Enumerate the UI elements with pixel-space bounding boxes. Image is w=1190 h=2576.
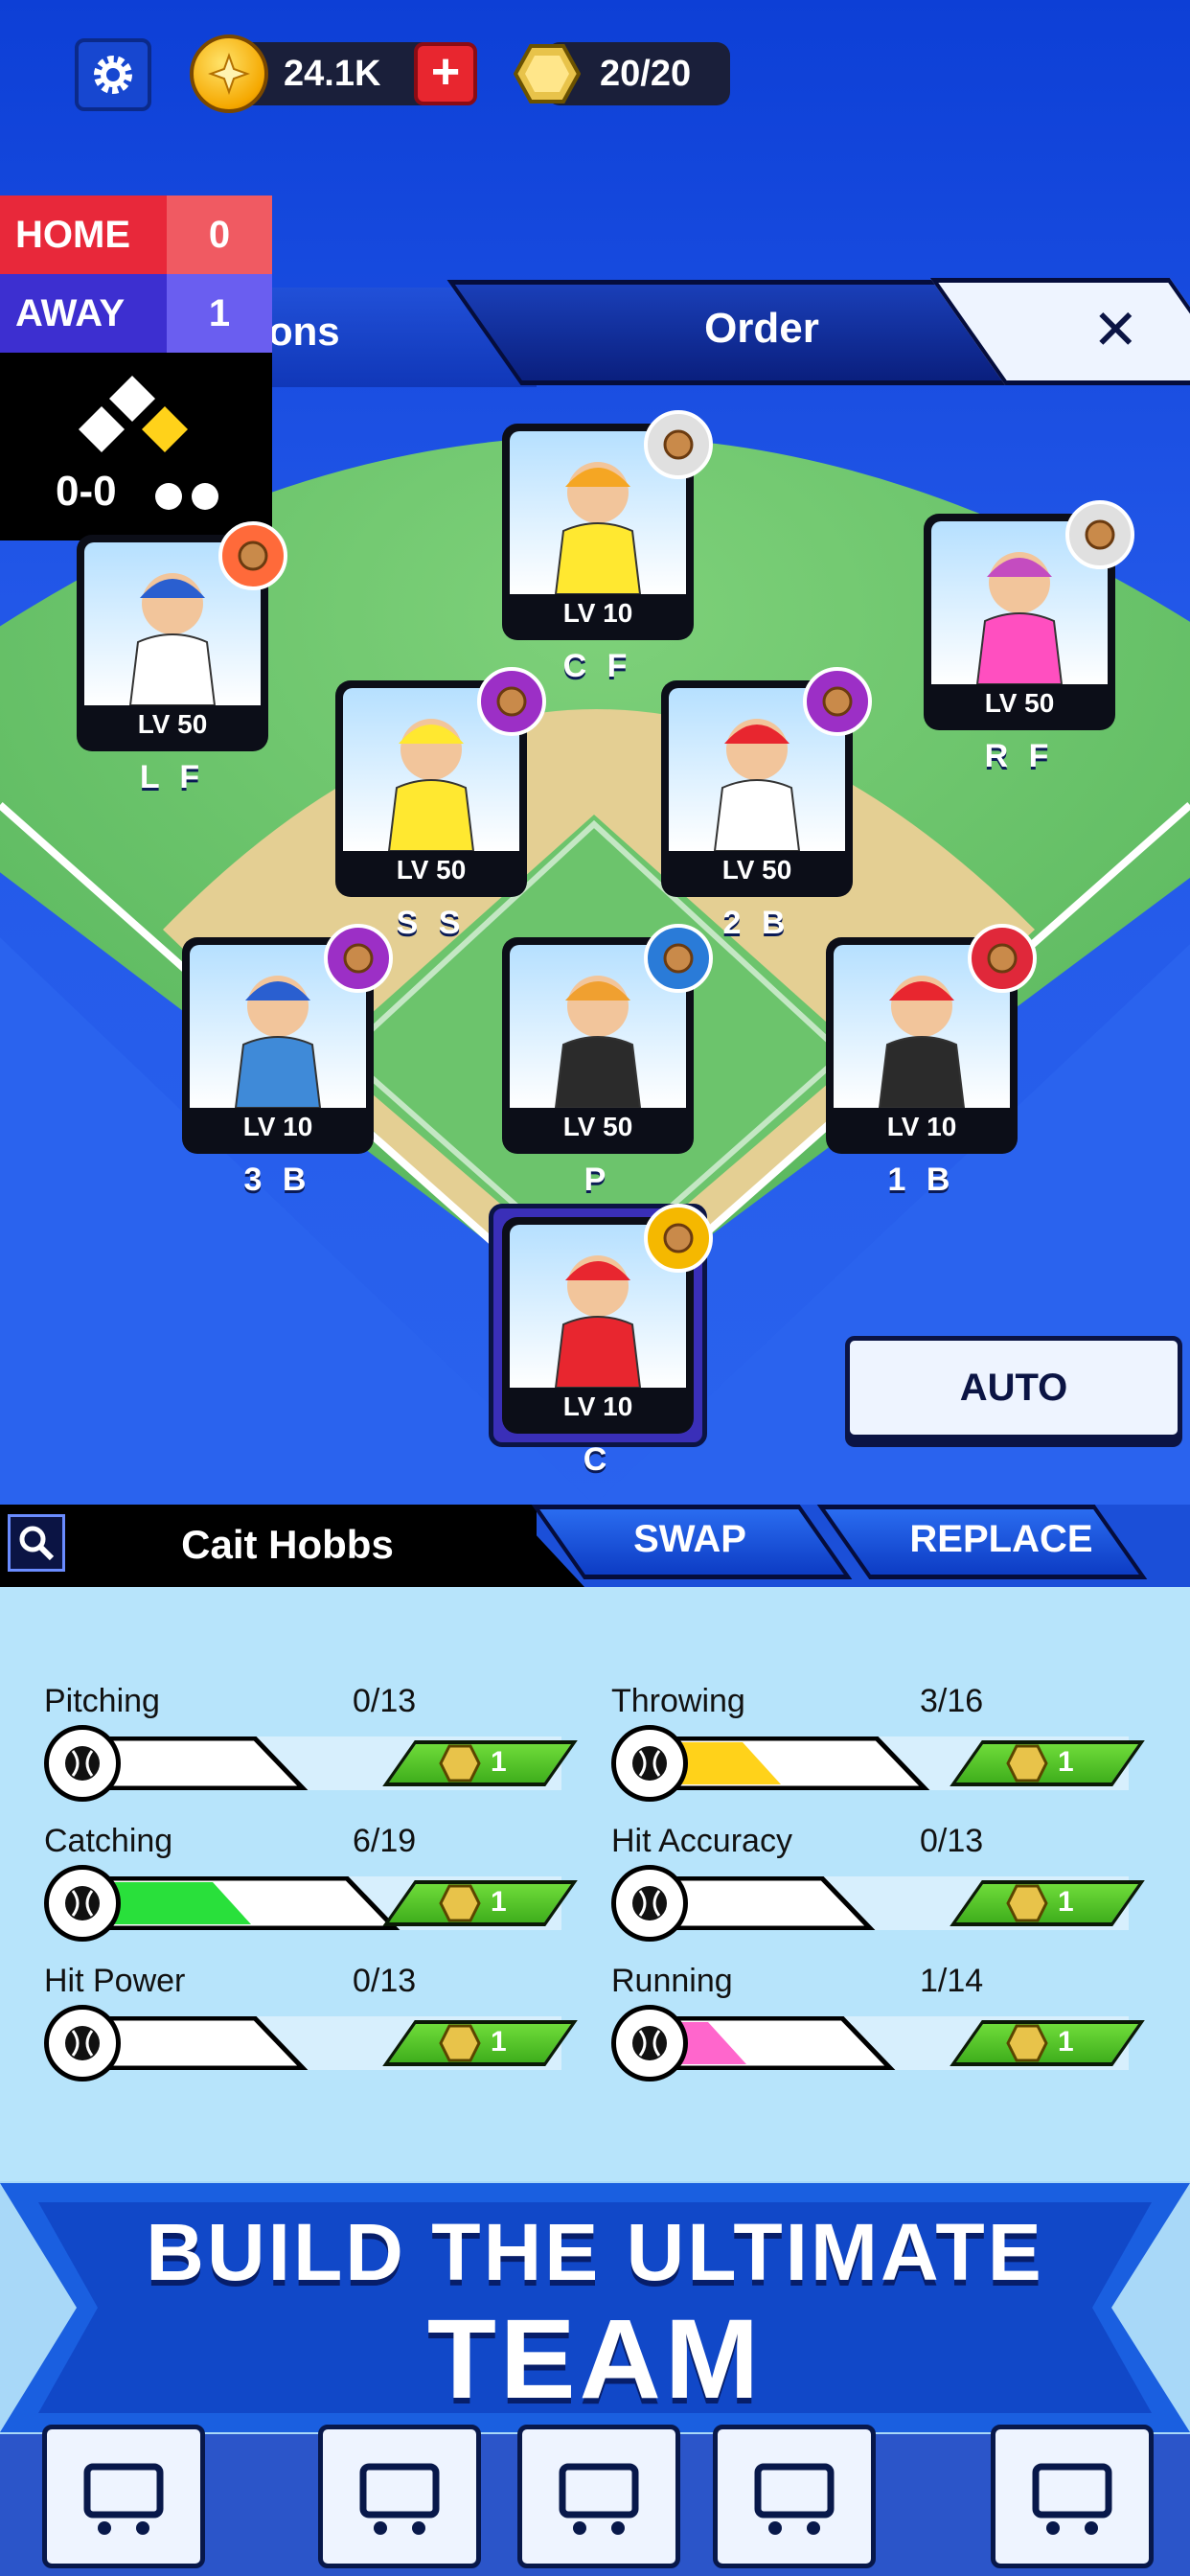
- bases-icon: [79, 376, 188, 452]
- nav-button[interactable]: [318, 2425, 481, 2568]
- upgrade-cost: 1: [1058, 2026, 1074, 2058]
- stat-name: Running: [611, 1963, 733, 1999]
- skill-badge-icon: [644, 410, 713, 479]
- home-label: HOME: [0, 196, 167, 274]
- nav-button[interactable]: [713, 2425, 876, 2568]
- player-level: LV 10: [562, 598, 633, 628]
- player-level: LV 50: [137, 709, 208, 739]
- swap-label: SWAP: [633, 1518, 746, 1560]
- nav-button[interactable]: [517, 2425, 680, 2568]
- gear-icon: [94, 56, 132, 94]
- skill-badge-icon: [324, 924, 393, 993]
- stat-value: 0/13: [920, 1823, 984, 1859]
- coach-icon: [754, 2463, 835, 2535]
- close-icon: ✕: [1092, 299, 1139, 361]
- nav-button[interactable]: [991, 2425, 1154, 2568]
- stat-value: 0/13: [353, 1683, 417, 1719]
- upgrade-cost: 1: [1058, 1886, 1074, 1918]
- stadium-icon: [559, 2463, 639, 2535]
- gem-icon: [439, 1884, 481, 1927]
- baseball-icon: [44, 1725, 121, 1802]
- home-score: 0: [167, 196, 272, 274]
- stat-name: Hit Accuracy: [611, 1823, 792, 1859]
- stat-name: Catching: [44, 1823, 173, 1859]
- out-indicator: [155, 483, 182, 510]
- away-label: AWAY: [0, 274, 167, 353]
- banner-line-2: TEAM: [426, 2296, 764, 2423]
- gem-icon: [1006, 1744, 1048, 1787]
- position-label: P: [584, 1162, 612, 1198]
- position-label: L F: [139, 759, 206, 795]
- upgrade-cost: 1: [491, 1886, 507, 1918]
- gem-icon: [439, 1744, 481, 1787]
- add-coins-button[interactable]: +: [414, 42, 477, 105]
- skill-badge-icon: [644, 1204, 713, 1273]
- gem-icon: [1006, 2024, 1048, 2067]
- player-level: LV 50: [984, 688, 1055, 718]
- player-level: LV 10: [886, 1112, 957, 1141]
- ball-strike-count: 0-0: [56, 468, 117, 515]
- stat-name: Hit Power: [44, 1963, 186, 1999]
- stat-progress-bar: [647, 1736, 934, 1795]
- roster-icon: [359, 2463, 440, 2535]
- stat-name: Throwing: [611, 1683, 745, 1719]
- skill-badge-icon: [803, 667, 872, 736]
- selected-player-name: Cait Hobbs: [181, 1522, 394, 1567]
- shop-cart-icon: [83, 2463, 164, 2535]
- replace-label: REPLACE: [909, 1518, 1093, 1560]
- coin-amount: 24.1K: [284, 53, 381, 94]
- cleat-icon: [611, 2005, 688, 2082]
- glove-icon: [44, 1865, 121, 1942]
- skill-badge-icon: [218, 521, 287, 590]
- stat-value: 0/13: [353, 1963, 417, 1999]
- upgrade-cost: 1: [1058, 1746, 1074, 1778]
- away-score-row: AWAY 1: [0, 274, 272, 353]
- stat-value: 1/14: [920, 1963, 984, 1999]
- count-panel: 0-0: [0, 353, 272, 540]
- gem-icon: [514, 44, 581, 104]
- skill-badge-icon: [644, 924, 713, 993]
- coin-icon: [190, 34, 268, 113]
- throw-icon: [611, 1725, 688, 1802]
- position-label: R F: [984, 738, 1055, 774]
- muscle-icon: [44, 2005, 121, 2082]
- gem-icon: [439, 2024, 481, 2067]
- stat-name: Pitching: [44, 1683, 160, 1719]
- player-level: LV 50: [721, 855, 792, 885]
- skill-badge-icon: [968, 924, 1037, 993]
- tab-positions-label: ons: [268, 309, 340, 354]
- player-level: LV 10: [562, 1392, 633, 1421]
- skill-badge-icon: [477, 667, 546, 736]
- upgrade-cost: 1: [491, 1746, 507, 1778]
- banner-line-1: BUILD THE ULTIMATE: [146, 2207, 1044, 2297]
- stats-chart-icon: [1032, 2463, 1112, 2535]
- player-level: LV 10: [242, 1112, 313, 1141]
- gem-icon: [1006, 1884, 1048, 1927]
- tab-order-label: Order: [704, 305, 819, 352]
- stat-value: 3/16: [920, 1683, 984, 1719]
- auto-button[interactable]: AUTO: [845, 1336, 1182, 1439]
- away-score: 1: [167, 274, 272, 353]
- home-score-row: HOME 0: [0, 196, 272, 274]
- out-indicator: [192, 483, 218, 510]
- inspect-button[interactable]: [8, 1514, 65, 1572]
- player-level: LV 50: [562, 1112, 633, 1141]
- stat-value: 6/19: [353, 1823, 417, 1859]
- stat-progress-bar: [80, 1875, 404, 1935]
- magnifier-icon: [19, 1526, 55, 1561]
- skill-badge-icon: [1065, 500, 1134, 569]
- nav-button[interactable]: [42, 2425, 205, 2568]
- settings-button[interactable]: [75, 38, 151, 111]
- position-label: 3 B: [243, 1162, 312, 1198]
- target-icon: [611, 1865, 688, 1942]
- upgrade-cost: 1: [491, 2026, 507, 2058]
- position-label: C: [583, 1441, 613, 1478]
- player-level: LV 50: [396, 855, 467, 885]
- energy-amount: 20/20: [600, 53, 692, 94]
- position-label: 1 B: [887, 1162, 956, 1198]
